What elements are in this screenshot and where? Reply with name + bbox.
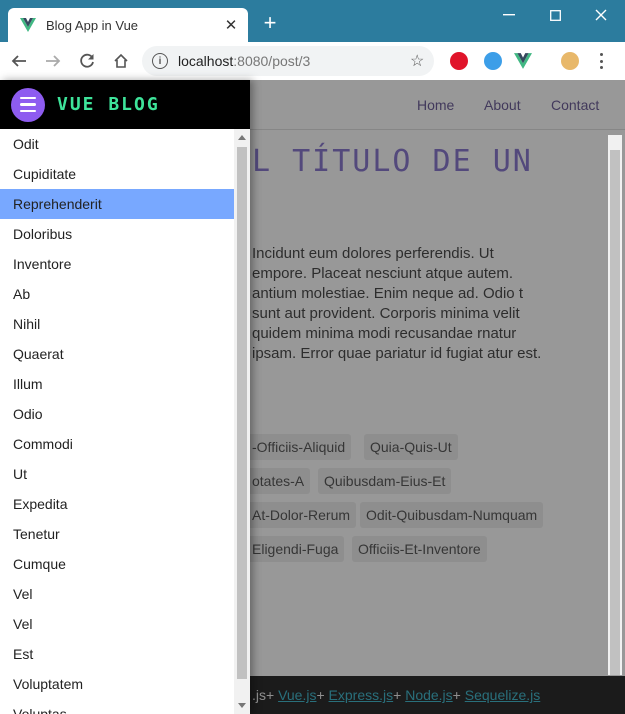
drawer-item[interactable]: Ab <box>0 279 234 309</box>
arrow-left-icon <box>11 55 26 67</box>
drawer-header: VUE BLOG <box>0 80 250 129</box>
drawer-item[interactable]: Cupiditate <box>0 159 234 189</box>
drawer-item[interactable]: Cumque <box>0 549 234 579</box>
tab-close-icon[interactable]: ✕ <box>220 14 242 36</box>
brand-logo[interactable]: VUE BLOG <box>57 94 160 115</box>
page-scrollbar[interactable] <box>608 135 622 675</box>
menu-toggle-button[interactable] <box>11 87 45 122</box>
drawer-item[interactable]: Est <box>0 639 234 669</box>
drawer-item[interactable]: Vel <box>0 609 234 639</box>
nav-drawer: VUE BLOG Odit Cupiditate Reprehenderit D… <box>0 80 250 714</box>
vue-logo-icon <box>20 18 36 32</box>
drawer-item[interactable]: Voluptas <box>0 699 234 714</box>
new-tab-button[interactable]: + <box>258 12 282 36</box>
minimize-icon <box>503 14 515 16</box>
close-window-button[interactable] <box>578 0 624 30</box>
drawer-item[interactable]: Ut <box>0 459 234 489</box>
bookmark-star-icon[interactable]: ☆ <box>410 51 434 71</box>
reload-button[interactable] <box>72 46 102 76</box>
drawer-item[interactable]: Inventore <box>0 249 234 279</box>
close-icon <box>595 9 607 21</box>
url-text[interactable]: localhost:8080/post/3 <box>178 53 410 69</box>
drawer-item[interactable]: Doloribus <box>0 219 234 249</box>
arrow-right-icon <box>46 55 61 67</box>
drawer-item[interactable]: Illum <box>0 369 234 399</box>
browser-menu-icon[interactable] <box>596 50 606 72</box>
drawer-scrollbar[interactable] <box>234 129 250 714</box>
home-icon <box>114 53 128 68</box>
vue-devtools-icon[interactable] <box>514 52 532 70</box>
back-button[interactable] <box>4 46 34 76</box>
maximize-icon <box>549 9 561 21</box>
scroll-down-arrow-icon[interactable] <box>238 703 246 708</box>
tab-title: Blog App in Vue <box>46 17 139 33</box>
maximize-window-button[interactable] <box>532 0 578 30</box>
blue-extension-icon[interactable] <box>484 52 502 70</box>
drawer-item[interactable]: Tenetur <box>0 519 234 549</box>
scroll-up-arrow-icon[interactable] <box>238 135 246 140</box>
drawer-list: Odit Cupiditate Reprehenderit Doloribus … <box>0 129 234 714</box>
drawer-item[interactable]: Odio <box>0 399 234 429</box>
info-icon[interactable]: i <box>152 53 168 69</box>
drawer-item[interactable]: Quaerat <box>0 339 234 369</box>
reload-icon <box>80 53 94 68</box>
drawer-scroll-thumb[interactable] <box>237 147 247 679</box>
drawer-item[interactable]: Vel <box>0 579 234 609</box>
browser-window: Blog App in Vue ✕ + i localhost:8080/pos… <box>0 0 625 714</box>
opera-extension-icon[interactable] <box>450 52 468 70</box>
browser-tab[interactable]: Blog App in Vue ✕ <box>8 8 248 42</box>
home-button[interactable] <box>106 46 136 76</box>
minimize-window-button[interactable] <box>486 0 532 30</box>
drawer-item[interactable]: Odit <box>0 129 234 159</box>
forward-button[interactable] <box>38 46 68 76</box>
address-bar[interactable]: i localhost:8080/post/3 ☆ <box>142 46 434 76</box>
drawer-item[interactable]: Voluptatem <box>0 669 234 699</box>
drawer-item[interactable]: Expedita <box>0 489 234 519</box>
profile-avatar[interactable] <box>561 52 579 70</box>
page-scroll-thumb[interactable] <box>610 150 620 675</box>
drawer-item[interactable]: Commodi <box>0 429 234 459</box>
drawer-item[interactable]: Nihil <box>0 309 234 339</box>
drawer-item-selected[interactable]: Reprehenderit <box>0 189 234 219</box>
